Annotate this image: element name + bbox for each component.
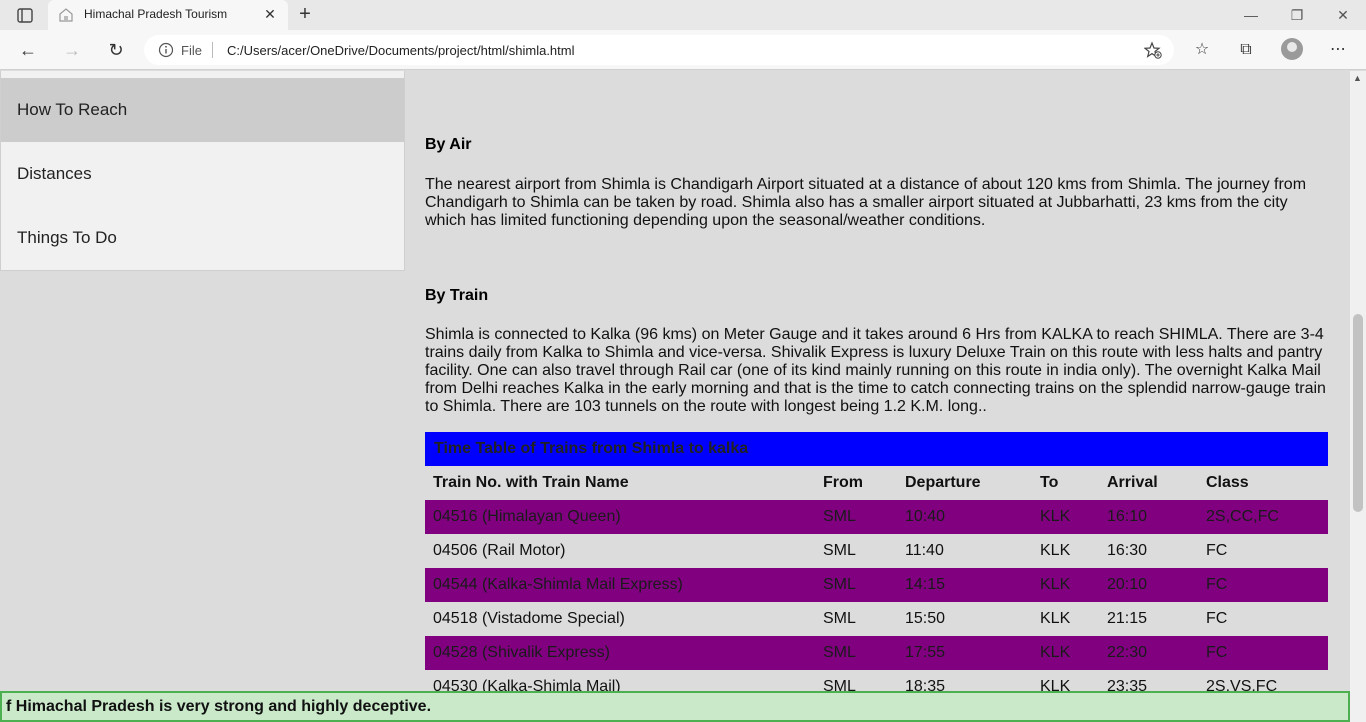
table-row: 04516 (Himalayan Queen) SML 10:40 KLK 16… [425, 500, 1328, 534]
by-train-heading: By Train [425, 287, 489, 304]
cell-class: FC [1206, 610, 1228, 627]
cell-from: SML [823, 508, 856, 525]
sidebar-item-distances[interactable]: Distances [1, 142, 404, 206]
scroll-up-arrow-icon[interactable]: ▲ [1353, 73, 1362, 83]
header-from: From [823, 474, 863, 491]
cell-train: 04528 (Shivalik Express) [433, 644, 610, 661]
header-train: Train No. with Train Name [433, 474, 629, 491]
by-air-heading: By Air [425, 136, 472, 153]
cell-departure: 11:40 [905, 542, 944, 559]
info-icon[interactable] [158, 42, 174, 58]
cell-train: 04544 (Kalka-Shimla Mail Express) [433, 576, 683, 593]
tab-bar: Himachal Pradesh Tourism ✕ + — ❐ ✕ [0, 0, 1366, 30]
cell-arrival: 20:10 [1107, 576, 1148, 593]
cell-to: KLK [1040, 542, 1071, 559]
browser-tab[interactable]: Himachal Pradesh Tourism ✕ [48, 0, 288, 30]
table-row: 04528 (Shivalik Express) SML 17:55 KLK 2… [425, 636, 1328, 670]
table-row: 04544 (Kalka-Shimla Mail Express) SML 14… [425, 568, 1328, 602]
url-text[interactable]: C:/Users/acer/OneDrive/Documents/project… [227, 43, 575, 58]
back-icon[interactable]: ← [16, 38, 40, 62]
header-arrival: Arrival [1107, 474, 1158, 491]
header-to: To [1040, 474, 1059, 491]
cell-arrival: 16:10 [1107, 508, 1148, 525]
scrollbar-thumb[interactable] [1353, 314, 1363, 512]
cell-from: SML [823, 610, 856, 627]
cell-to: KLK [1040, 644, 1071, 661]
browser-toolbar: ← → ↻ File C:/Users/acer/OneDrive/Docume… [0, 30, 1366, 70]
table-row: 04506 (Rail Motor) SML 11:40 KLK 16:30 F… [425, 534, 1328, 568]
sidebar: How To Reach Distances Things To Do [0, 71, 405, 271]
cell-departure: 17:55 [905, 644, 946, 661]
vertical-scrollbar[interactable]: ▲ [1350, 71, 1366, 722]
table-row: 04518 (Vistadome Special) SML 15:50 KLK … [425, 602, 1328, 636]
footer-marquee: f Himachal Pradesh is very strong and hi… [0, 691, 1350, 722]
cell-from: SML [823, 576, 856, 593]
cell-from: SML [823, 644, 856, 661]
tab-title: Himachal Pradesh Tourism [84, 7, 228, 21]
cell-departure: 10:40 [905, 508, 946, 525]
more-menu-icon[interactable]: ⋯ [1327, 39, 1349, 61]
cell-arrival: 22:30 [1107, 644, 1148, 661]
cell-train: 04516 (Himalayan Queen) [433, 508, 621, 525]
cell-departure: 15:50 [905, 610, 946, 627]
forward-icon[interactable]: → [60, 38, 84, 62]
collections-icon[interactable]: ⧉ [1235, 39, 1257, 61]
header-departure: Departure [905, 474, 981, 491]
tab-actions-icon[interactable] [10, 6, 38, 26]
by-train-text: Shimla is connected to Kalka (96 kms) on… [425, 326, 1326, 415]
address-bar[interactable]: File C:/Users/acer/OneDrive/Documents/pr… [144, 35, 1174, 65]
restore-icon[interactable]: ❐ [1286, 4, 1308, 26]
tourism-favicon-icon [58, 7, 74, 23]
train-timetable: Time Table of Trains from Shimla to kalk… [425, 432, 1328, 704]
new-tab-icon[interactable]: + [294, 4, 316, 26]
marquee-text: f Himachal Pradesh is very strong and hi… [6, 698, 432, 715]
cell-arrival: 21:15 [1107, 610, 1148, 627]
cell-to: KLK [1040, 610, 1071, 627]
add-favorite-icon[interactable] [1143, 41, 1162, 59]
cell-train: 04506 (Rail Motor) [433, 542, 566, 559]
sidebar-item-how-to-reach[interactable]: How To Reach [1, 78, 404, 142]
sidebar-item-things-to-do[interactable]: Things To Do [1, 206, 404, 270]
favorites-icon[interactable]: ☆ [1191, 39, 1213, 61]
cell-departure: 14:15 [905, 576, 946, 593]
reload-icon[interactable]: ↻ [104, 38, 128, 62]
address-separator [212, 42, 213, 58]
cell-class: FC [1206, 542, 1228, 559]
cell-class: FC [1206, 644, 1228, 661]
protocol-label: File [181, 43, 202, 58]
cell-to: KLK [1040, 508, 1071, 525]
minimize-icon[interactable]: — [1240, 4, 1262, 26]
timetable-caption: Time Table of Trains from Shimla to kalk… [425, 432, 1328, 466]
window-close-icon[interactable]: ✕ [1332, 4, 1354, 26]
page-viewport: How To Reach Distances Things To Do By A… [0, 71, 1350, 722]
cell-train: 04518 (Vistadome Special) [433, 610, 625, 627]
cell-class: FC [1206, 576, 1228, 593]
timetable-header-row: Train No. with Train Name From Departure… [425, 466, 1328, 500]
cell-arrival: 16:30 [1107, 542, 1148, 559]
cell-from: SML [823, 542, 856, 559]
header-class: Class [1206, 474, 1249, 491]
profile-avatar[interactable] [1281, 38, 1303, 60]
by-air-text: The nearest airport from Shimla is Chand… [425, 176, 1307, 229]
cell-class: 2S,CC,FC [1206, 508, 1279, 525]
cell-to: KLK [1040, 576, 1071, 593]
tab-close-icon[interactable]: ✕ [262, 6, 278, 22]
